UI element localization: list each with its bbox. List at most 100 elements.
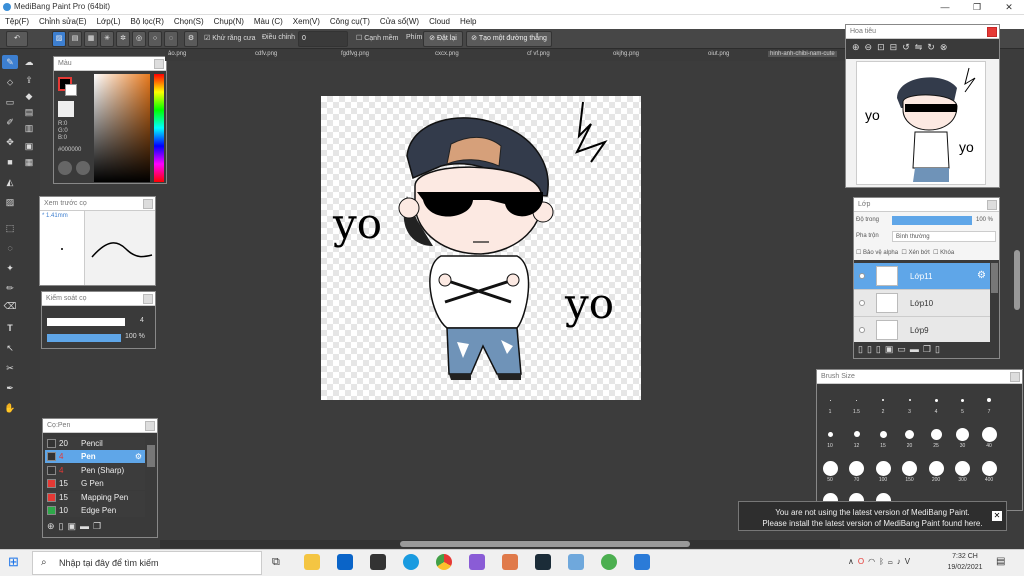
brush-item-g-pen[interactable]: 15 G Pen [45,477,145,490]
menu-snap[interactable]: Chụp(N) [209,15,249,29]
straight-line-button[interactable]: ⊘ Tạo một đường thẳng [466,31,552,47]
notification-center-icon[interactable]: ▤ [996,556,1005,567]
windows-start-icon[interactable]: ⊞ [8,555,22,569]
tab-0[interactable]: ảo.png [168,51,186,57]
file-explorer-icon[interactable] [304,554,320,570]
scrollbar-thumb[interactable] [400,541,690,547]
gradient-tool-icon[interactable]: ▨ [2,195,18,209]
menu-file[interactable]: Tệp(F) [0,15,34,29]
color-wheel-icon[interactable] [58,161,72,175]
brush-size-dot[interactable] [905,429,914,439]
hue-slider[interactable] [154,74,164,182]
folder-icon[interactable]: ▬ [80,521,93,531]
rotate-left-icon[interactable]: ↺ [902,42,915,52]
close-icon[interactable] [987,27,997,37]
taskbar-search[interactable]: ⌕ Nhập tại đây để tìm kiếm [32,551,262,575]
brush-size-dot[interactable] [981,460,997,476]
canvas-h-scrollbar[interactable] [160,540,840,548]
brush-size-dot[interactable] [856,399,857,401]
edge-checkbox[interactable]: ☐ Cạnh mềm [356,34,398,42]
language-icon[interactable]: V [905,557,914,566]
menu-cloud[interactable]: Cloud [424,15,455,29]
layer-row[interactable]: Lớp9 [854,317,990,344]
layer-menu-icon[interactable]: ▣ [885,344,898,354]
nox-icon[interactable] [535,554,551,570]
close-icon[interactable] [987,200,997,210]
menu-window[interactable]: Cửa sổ(W) [375,15,424,29]
eye-icon[interactable] [859,273,865,279]
menu-edit[interactable]: Chỉnh sửa(E) [34,15,92,29]
upload-icon[interactable]: ⇪ [21,73,37,87]
drawing-canvas[interactable]: yo yo [321,96,641,400]
brush-size-dot[interactable] [822,460,838,476]
close-icon[interactable] [145,421,155,431]
brush-size-dot[interactable] [928,460,944,476]
mail-icon[interactable] [337,554,353,570]
close-window-button[interactable]: ✕ [994,0,1024,15]
operation-tool-icon[interactable]: ↖ [2,341,18,355]
layer-opacity-slider[interactable] [892,216,972,225]
move-tool-icon[interactable]: ✥ [2,135,18,149]
brush-list-scrollbar[interactable] [147,445,155,467]
app-icon-green[interactable] [601,554,617,570]
burst-button[interactable]: ✲ [116,31,130,47]
character-app-icon[interactable] [502,554,518,570]
brush-item-pen[interactable]: 4 Pen ⚙ [45,450,145,463]
copy-layer-icon[interactable]: ❐ [923,344,935,354]
shape-tool-icon[interactable]: ▭ [2,95,18,109]
zoom-out-icon[interactable]: ⊖ [865,42,878,52]
close-icon[interactable] [1010,372,1020,382]
circle-button[interactable]: ○ [148,31,162,47]
new-brush-icon[interactable]: ▯ [59,521,68,531]
transparent-swatch[interactable] [58,101,74,117]
brush-size-dot[interactable] [981,426,997,442]
add-brush-icon[interactable]: ⊕ [47,521,59,531]
game-icon[interactable] [469,554,485,570]
hatch-button[interactable]: ▨ [52,31,66,47]
edge-browser-icon[interactable] [403,554,419,570]
brush-size-dot[interactable] [955,460,970,476]
eyedropper-tool-icon[interactable]: ✒ [2,381,18,395]
clock[interactable]: 7:32 CH 19/02/2021 [945,551,985,573]
magic-wand-icon[interactable]: ✦ [2,261,18,275]
doc-icon[interactable]: ▥ [21,121,37,135]
lock-checkbox[interactable]: ☐ Khóa [933,250,954,256]
rotate-right-icon[interactable]: ↻ [927,42,940,52]
antialias-checkbox[interactable]: ☑ Khử răng cưa [204,34,255,42]
opacity-slider[interactable] [47,334,121,342]
settings-icon[interactable]: ⚙ [184,31,198,47]
brush-item-edge-pen[interactable]: 10 Edge Pen [45,504,145,517]
eye-icon[interactable] [859,327,865,333]
text-tool-icon[interactable]: T [2,321,18,335]
size-slider[interactable] [47,318,125,326]
select-rect-icon[interactable]: ⬚ [2,221,18,235]
brush-menu-icon[interactable]: ▣ [68,521,81,531]
gear-icon[interactable]: ⚙ [977,270,986,281]
brush-size-dot[interactable] [987,398,991,402]
layer-row[interactable]: Lớp10 [854,290,990,317]
zoom-in-icon[interactable]: ⊕ [852,42,865,52]
menu-help[interactable]: Help [455,15,481,29]
new-layer-1bit-icon[interactable]: ▯ [876,344,885,354]
tab-3[interactable]: cxcx.png [435,51,459,57]
new-layer-icon[interactable]: ▯ [858,344,867,354]
stripe-button[interactable]: ▤ [68,31,82,47]
menu-tools[interactable]: Công cụ(T) [325,15,375,29]
new-layer-8bit-icon[interactable]: ▯ [867,344,876,354]
volume-icon[interactable]: ♪ [897,557,905,566]
opera-icon[interactable]: O [858,557,868,566]
brush-size-dot[interactable] [902,460,917,476]
grid-icon[interactable]: ▦ [21,155,37,169]
brush-item-pencil[interactable]: 20 Pencil [45,437,145,450]
snap-off-button[interactable]: ◌ [164,31,178,47]
tab-1[interactable]: cdfv.png [255,51,277,57]
minimize-button[interactable]: — [930,0,960,15]
brush-size-dot[interactable] [827,431,833,437]
brush-size-dot[interactable] [849,460,864,476]
close-icon[interactable]: ✕ [992,511,1002,521]
tab-5[interactable]: okjhg.png [613,51,639,57]
chevron-up-icon[interactable]: ∧ [848,557,858,566]
secondary-color-swatch[interactable] [65,84,77,96]
grid-button[interactable]: ▦ [84,31,98,47]
divide-tool-icon[interactable]: ✂ [2,361,18,375]
